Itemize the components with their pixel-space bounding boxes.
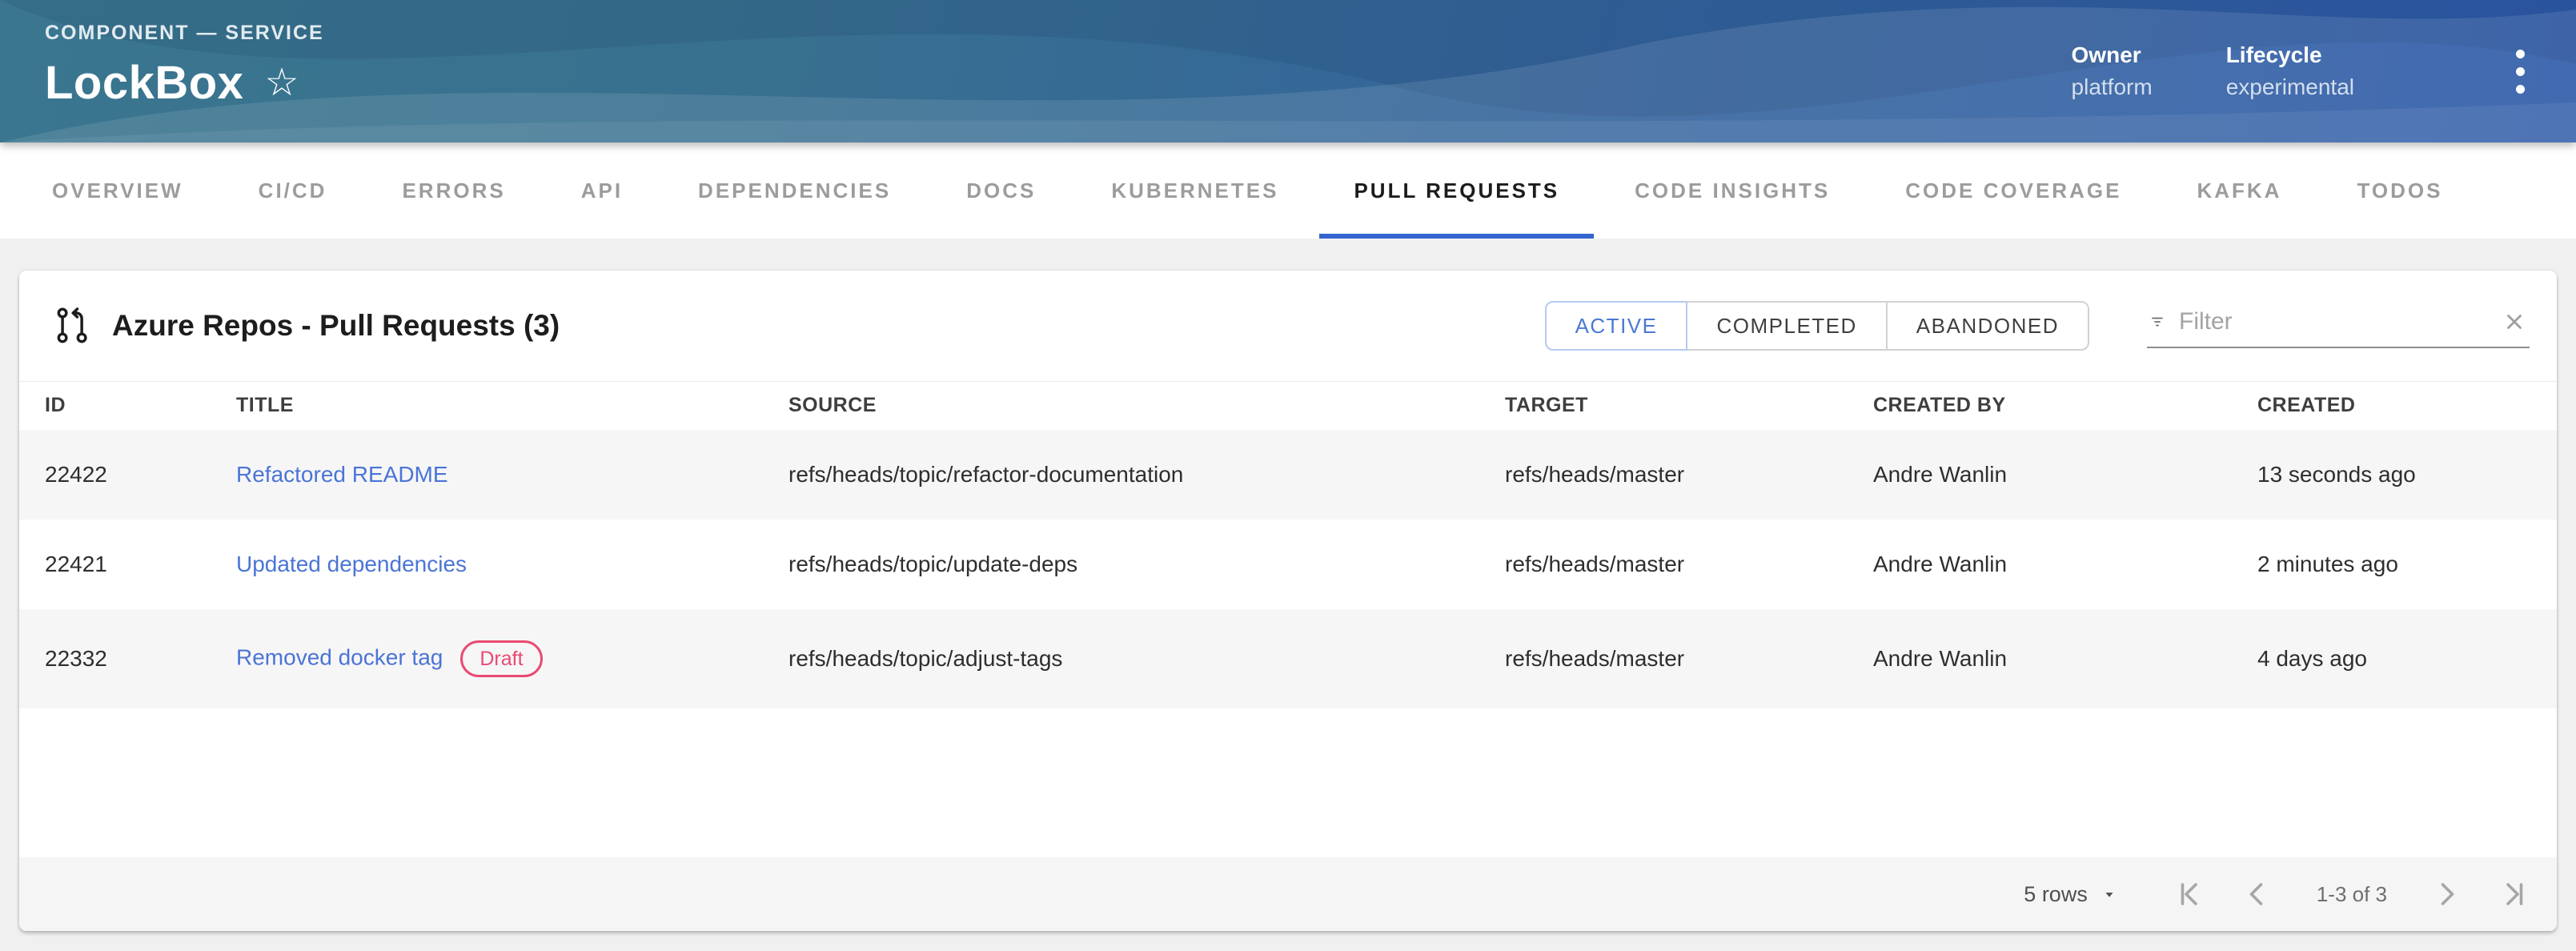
column-header-created-by: CREATED BY	[1873, 382, 2257, 430]
pr-title-link[interactable]: Refactored README	[236, 462, 448, 487]
pull-requests-table: ID TITLE SOURCE TARGET CREATED BY CREATE…	[19, 381, 2557, 708]
page-title: LockBox	[45, 56, 243, 110]
table-row: 22422 Refactored README refs/heads/topic…	[19, 430, 2557, 520]
pagination-range: 1-3 of 3	[2312, 882, 2392, 907]
pr-id: 22422	[19, 430, 236, 520]
chevron-right-icon	[2432, 880, 2461, 909]
pr-created-by: Andre Wanlin	[1873, 609, 2257, 708]
entity-header: COMPONENT — SERVICE LockBox ☆ Owner plat…	[0, 0, 2576, 142]
card-title: Azure Repos - Pull Requests (3)	[112, 309, 560, 343]
pull-request-icon	[51, 305, 93, 347]
card-header: Azure Repos - Pull Requests (3) ACTIVE C…	[19, 271, 2557, 381]
tab-kubernetes[interactable]: KUBERNETES	[1073, 142, 1316, 239]
pr-id: 22332	[19, 609, 236, 708]
last-page-button[interactable]	[2501, 880, 2530, 909]
tab-errors[interactable]: ERRORS	[364, 142, 543, 239]
clear-filter-icon[interactable]	[2502, 310, 2526, 334]
pr-created-by: Andre Wanlin	[1873, 430, 2257, 520]
pr-title-link[interactable]: Removed docker tag	[236, 644, 443, 669]
entity-kind-breadcrumb: COMPONENT — SERVICE	[45, 22, 324, 45]
pr-created-by: Andre Wanlin	[1873, 520, 2257, 609]
pr-source: refs/heads/topic/refactor-documentation	[788, 430, 1505, 520]
entity-tabbar: OVERVIEW CI/CD ERRORS API DEPENDENCIES D…	[0, 142, 2576, 239]
column-header-target: TARGET	[1505, 382, 1873, 430]
last-page-icon	[2501, 880, 2530, 909]
pr-id: 22421	[19, 520, 236, 609]
first-page-button[interactable]	[2174, 880, 2203, 909]
tab-dependencies[interactable]: DEPENDENCIES	[660, 142, 929, 239]
chevron-down-icon	[2101, 885, 2118, 903]
owner-label: Owner	[2072, 42, 2153, 68]
owner-value: platform	[2072, 74, 2153, 100]
tab-kafka[interactable]: KAFKA	[2159, 142, 2319, 239]
pager: 1-3 of 3	[2174, 880, 2530, 909]
column-header-created: CREATED	[2257, 382, 2557, 430]
table-row: 22332 Removed docker tag Draft refs/heads…	[19, 609, 2557, 708]
table-header: ID TITLE SOURCE TARGET CREATED BY CREATE…	[19, 382, 2557, 430]
card-controls: ACTIVE COMPLETED ABANDONED	[1545, 301, 2530, 351]
header-title-block: COMPONENT — SERVICE LockBox ☆	[45, 33, 324, 110]
header-metadata: Owner platform Lifecycle experimental	[2072, 42, 2541, 102]
status-filter-group: ACTIVE COMPLETED ABANDONED	[1545, 301, 2089, 351]
table-filter	[2147, 303, 2530, 348]
app-root: COMPONENT — SERVICE LockBox ☆ Owner plat…	[0, 0, 2576, 951]
tab-code-insights[interactable]: CODE INSIGHTS	[1597, 142, 1868, 239]
column-header-title: TITLE	[236, 382, 788, 430]
pr-created: 4 days ago	[2257, 609, 2557, 708]
tab-overview[interactable]: OVERVIEW	[14, 142, 221, 239]
tab-docs[interactable]: DOCS	[929, 142, 1073, 239]
rows-per-page-select[interactable]: 5 rows	[2024, 882, 2118, 907]
draft-badge: Draft	[460, 640, 542, 677]
chevron-left-icon	[2243, 880, 2272, 909]
tab-todos[interactable]: TODOS	[2319, 142, 2480, 239]
lifecycle-value: experimental	[2226, 74, 2354, 100]
content-area: Azure Repos - Pull Requests (3) ACTIVE C…	[0, 239, 2576, 951]
filter-completed-button[interactable]: COMPLETED	[1686, 301, 1887, 351]
pr-target: refs/heads/master	[1505, 520, 1873, 609]
pr-source: refs/heads/topic/update-deps	[788, 520, 1505, 609]
card-title-block: Azure Repos - Pull Requests (3)	[51, 305, 560, 347]
first-page-icon	[2174, 880, 2203, 909]
filter-abandoned-button[interactable]: ABANDONED	[1886, 301, 2089, 351]
pr-target: refs/heads/master	[1505, 430, 1873, 520]
table-empty-space	[19, 708, 2557, 858]
column-header-source: SOURCE	[788, 382, 1505, 430]
pr-target: refs/heads/master	[1505, 609, 1873, 708]
tab-ci-cd[interactable]: CI/CD	[221, 142, 365, 239]
table-row: 22421 Updated dependencies refs/heads/to…	[19, 520, 2557, 609]
lifecycle-label: Lifecycle	[2226, 42, 2354, 68]
column-header-id: ID	[19, 382, 236, 430]
rows-per-page-value: 5 rows	[2024, 882, 2088, 907]
pr-source: refs/heads/topic/adjust-tags	[788, 609, 1505, 708]
tab-api[interactable]: API	[544, 142, 660, 239]
previous-page-button[interactable]	[2243, 880, 2272, 909]
more-options-kebab-icon[interactable]	[2508, 42, 2533, 102]
pr-title-link[interactable]: Updated dependencies	[236, 552, 467, 576]
pr-created: 2 minutes ago	[2257, 520, 2557, 609]
pr-created: 13 seconds ago	[2257, 430, 2557, 520]
filter-list-icon	[2150, 308, 2165, 335]
lifecycle-block: Lifecycle experimental	[2226, 42, 2354, 100]
table-pagination-footer: 5 rows 1-3	[19, 857, 2557, 931]
next-page-button[interactable]	[2432, 880, 2461, 909]
favorite-star-icon[interactable]: ☆	[264, 64, 299, 102]
pull-requests-card: Azure Repos - Pull Requests (3) ACTIVE C…	[19, 271, 2557, 931]
tab-pull-requests[interactable]: PULL REQUESTS	[1316, 142, 1597, 239]
filter-active-button[interactable]: ACTIVE	[1545, 301, 1688, 351]
tab-code-coverage[interactable]: CODE COVERAGE	[1868, 142, 2159, 239]
filter-input[interactable]	[2179, 308, 2488, 335]
owner-block: Owner platform	[2072, 42, 2153, 100]
